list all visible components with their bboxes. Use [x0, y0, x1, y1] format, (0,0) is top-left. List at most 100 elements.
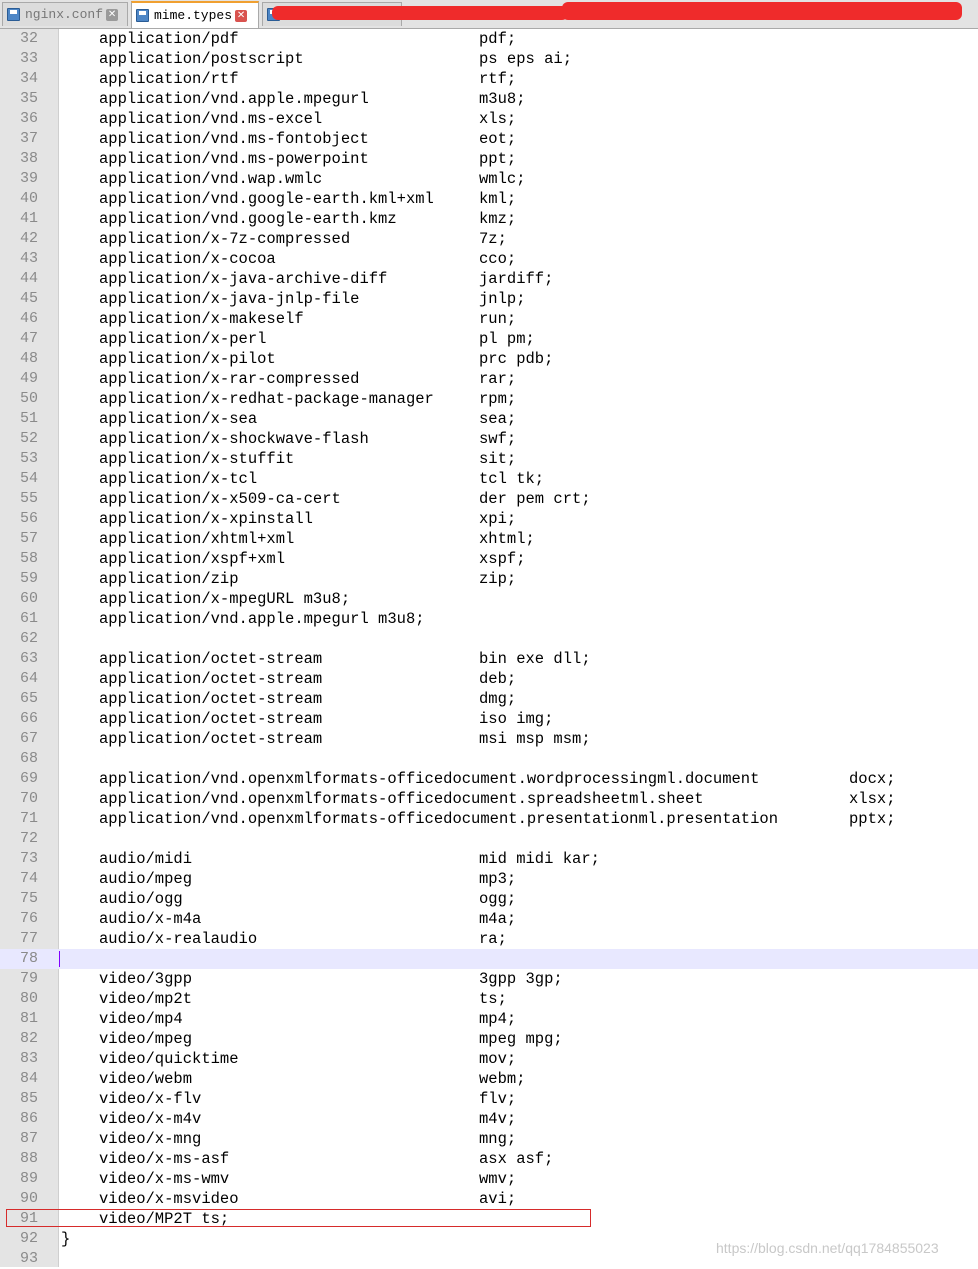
tab-mime-types[interactable]: mime.types ✕ — [131, 1, 259, 28]
file-extensions: wmv; — [479, 1170, 517, 1188]
mime-type: application/octet-stream — [99, 650, 323, 668]
code-line[interactable]: 68 — [0, 749, 978, 769]
code-line[interactable]: 65 application/octet-stream dmg; — [0, 689, 978, 709]
code-line[interactable]: 58 application/xspf+xml xspf; — [0, 549, 978, 569]
code-line[interactable]: 33 application/postscript ps eps ai; — [0, 49, 978, 69]
line-number: 53 — [19, 450, 38, 467]
mime-type: application/zip — [99, 570, 239, 588]
code-line[interactable]: 70 application/vnd.openxmlformats-officed… — [0, 789, 978, 809]
mime-type: application/x-java-jnlp-file — [99, 290, 360, 308]
code-line[interactable]: 45 application/x-java-jnlp-file jnlp; — [0, 289, 978, 309]
file-extensions: bin exe dll; — [479, 650, 591, 668]
code-line[interactable]: 81 video/mp4 mp4; — [0, 1009, 978, 1029]
code-line[interactable]: 86 video/x-m4v m4v; — [0, 1109, 978, 1129]
code-line[interactable]: 80 video/mp2t ts; — [0, 989, 978, 1009]
code-line[interactable]: 76 audio/x-m4a m4a; — [0, 909, 978, 929]
redaction-mark — [562, 2, 962, 20]
code-line[interactable]: 87 video/x-mng mng; — [0, 1129, 978, 1149]
code-line[interactable]: 88 video/x-ms-asf asx asf; — [0, 1149, 978, 1169]
code-line[interactable]: 77 audio/x-realaudio ra; — [0, 929, 978, 949]
code-line[interactable]: 57 application/xhtml+xml xhtml; — [0, 529, 978, 549]
mime-type: video/quicktime — [99, 1050, 239, 1068]
file-extensions: m4a; — [479, 910, 517, 928]
code-line[interactable]: 89 video/x-ms-wmv wmv; — [0, 1169, 978, 1189]
code-line[interactable]: 42 application/x-7z-compressed 7z; — [0, 229, 978, 249]
code-line[interactable]: 66 application/octet-stream iso img; — [0, 709, 978, 729]
mime-type: audio/x-realaudio — [99, 930, 258, 948]
mime-type: application/postscript — [99, 50, 304, 68]
code-line[interactable]: 85 video/x-flv flv; — [0, 1089, 978, 1109]
file-extensions: mp4; — [479, 1010, 517, 1028]
mime-type: application/vnd.ms-fontobject — [99, 130, 369, 148]
mime-type: application/x-perl — [99, 330, 267, 348]
code-line[interactable]: 74 audio/mpeg mp3; — [0, 869, 978, 889]
file-extensions: msi msp msm; — [479, 730, 591, 748]
code-line[interactable]: 73 audio/midi mid midi kar; — [0, 849, 978, 869]
file-extensions: docx; — [849, 770, 896, 788]
file-extensions: ps eps ai; — [479, 50, 573, 68]
code-line[interactable]: 62 — [0, 629, 978, 649]
code-line[interactable]: 46 application/x-makeself run; — [0, 309, 978, 329]
code-line[interactable]: 84 video/webm webm; — [0, 1069, 978, 1089]
code-line[interactable]: 64 application/octet-stream deb; — [0, 669, 978, 689]
code-line[interactable]: 39 application/vnd.wap.wmlc wmlc; — [0, 169, 978, 189]
code-line[interactable]: 72 — [0, 829, 978, 849]
file-extensions: jnlp; — [479, 290, 526, 308]
code-line[interactable]: 50 application/x-redhat-package-manager rp… — [0, 389, 978, 409]
code-line[interactable]: 90 video/x-msvideo avi; — [0, 1189, 978, 1209]
code-line[interactable]: 71 application/vnd.openxmlformats-officed… — [0, 809, 978, 829]
code-line[interactable]: 60 application/x-mpegURL m3u8; — [0, 589, 978, 609]
code-line[interactable]: 69 application/vnd.openxmlformats-officed… — [0, 769, 978, 789]
code-line[interactable]: 61 application/vnd.apple.mpegurl m3u8; — [0, 609, 978, 629]
line-number: 68 — [19, 750, 38, 767]
file-extensions: webm; — [479, 1070, 526, 1088]
code-line[interactable]: 36 application/vnd.ms-excel xls; — [0, 109, 978, 129]
tab-bar: nginx.conf ✕ mime.types ✕ — [0, 0, 978, 29]
mime-type: application/x-tcl — [99, 470, 258, 488]
code-line[interactable]: 41 application/vnd.google-earth.kmz kmz; — [0, 209, 978, 229]
file-extensions: tcl tk; — [479, 470, 545, 488]
file-extensions: xpi; — [479, 510, 517, 528]
code-line[interactable]: 51 application/x-sea sea; — [0, 409, 978, 429]
code-line[interactable]: 48 application/x-pilot prc pdb; — [0, 349, 978, 369]
line-number: 58 — [19, 550, 38, 567]
code-line[interactable]: 32 application/pdf pdf; — [0, 29, 978, 49]
code-line[interactable]: 83 video/quicktime mov; — [0, 1049, 978, 1069]
code-line[interactable]: 78 — [0, 949, 978, 969]
close-icon[interactable]: ✕ — [106, 8, 119, 21]
code-line[interactable]: 54 application/x-tcl tcl tk; — [0, 469, 978, 489]
file-extensions: rtf; — [479, 70, 517, 88]
code-line[interactable]: 53 application/x-stuffit sit; — [0, 449, 978, 469]
file-extensions: mp3; — [479, 870, 517, 888]
code-line[interactable]: 34 application/rtf rtf; — [0, 69, 978, 89]
line-number: 89 — [19, 1170, 38, 1187]
code-line[interactable]: 55 application/x-x509-ca-cert der pem crt; — [0, 489, 978, 509]
code-line[interactable]: 40 application/vnd.google-earth.kml+xml km… — [0, 189, 978, 209]
code-line[interactable]: 43 application/x-cocoa cco; — [0, 249, 978, 269]
code-line[interactable]: 56 application/x-xpinstall xpi; — [0, 509, 978, 529]
code-line[interactable]: 82 video/mpeg mpeg mpg; — [0, 1029, 978, 1049]
mime-type: video/mpeg — [99, 1030, 193, 1048]
code-line[interactable]: 63 application/octet-stream bin exe dll; — [0, 649, 978, 669]
mime-type: audio/midi — [99, 850, 193, 868]
code-line[interactable]: 75 audio/ogg ogg; — [0, 889, 978, 909]
line-number: 54 — [19, 470, 38, 487]
code-line[interactable]: 52 application/x-shockwave-flash swf; — [0, 429, 978, 449]
line-number: 34 — [19, 70, 38, 87]
code-line[interactable]: 49 application/x-rar-compressed rar; — [0, 369, 978, 389]
mime-type: application/vnd.openxmlformats-officedoc… — [99, 770, 760, 788]
line-number: 42 — [19, 230, 38, 247]
code-line[interactable]: 79 video/3gpp 3gpp 3gp; — [0, 969, 978, 989]
code-line[interactable]: 47 application/x-perl pl pm; — [0, 329, 978, 349]
code-line[interactable]: 38 application/vnd.ms-powerpoint ppt; — [0, 149, 978, 169]
code-line[interactable]: 37 application/vnd.ms-fontobject eot; — [0, 129, 978, 149]
line-number: 85 — [19, 1090, 38, 1107]
tab-nginx-conf[interactable]: nginx.conf ✕ — [2, 2, 128, 26]
code-line[interactable]: 67 application/octet-stream msi msp msm; — [0, 729, 978, 749]
close-icon[interactable]: ✕ — [235, 9, 248, 22]
text-editor[interactable]: 32 application/pdf pdf; 33 application/posts… — [0, 29, 978, 1269]
mime-type: application/x-shockwave-flash — [99, 430, 369, 448]
code-line[interactable]: 35 application/vnd.apple.mpegurl m3u8; — [0, 89, 978, 109]
code-line[interactable]: 59 application/zip zip; — [0, 569, 978, 589]
code-line[interactable]: 44 application/x-java-archive-diff jardiff… — [0, 269, 978, 289]
